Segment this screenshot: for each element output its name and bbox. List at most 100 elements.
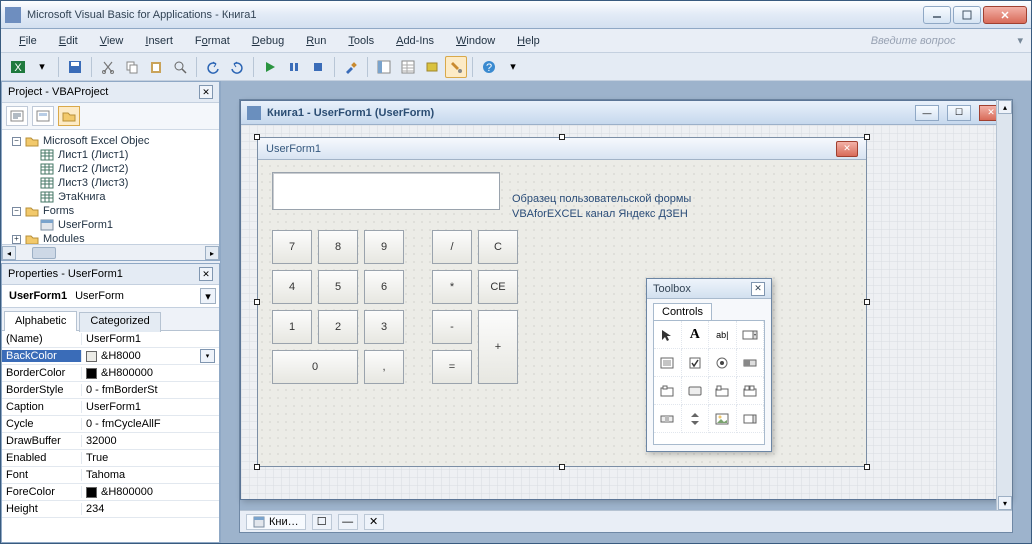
image-tool-icon[interactable] — [709, 405, 737, 433]
scroll-thumb[interactable] — [32, 247, 56, 259]
collapse-icon[interactable]: − — [12, 207, 21, 216]
break-icon[interactable] — [283, 56, 305, 78]
question-arrow-icon[interactable]: ▾ — [1017, 34, 1023, 47]
project-panel-close-icon[interactable]: ✕ — [199, 85, 213, 99]
property-row[interactable]: ForeColor&H800000 — [2, 484, 219, 501]
userform-close-icon[interactable]: ✕ — [836, 141, 858, 157]
key-9[interactable]: 9 — [364, 230, 404, 264]
reset-icon[interactable] — [307, 56, 329, 78]
property-row[interactable]: BackColor&H8000▾ — [2, 348, 219, 365]
dropdown-arrow-icon[interactable]: ▾ — [200, 288, 216, 304]
commandbutton-tool-icon[interactable] — [682, 377, 710, 405]
property-value[interactable]: Tahoma — [82, 469, 219, 481]
property-value[interactable]: True — [82, 452, 219, 464]
tree-sheet[interactable]: Лист2 (Лист2) — [58, 163, 128, 175]
paste-icon[interactable] — [145, 56, 167, 78]
mdi-vscroll[interactable]: ▴ ▾ — [996, 100, 1012, 510]
object-browser-icon[interactable] — [421, 56, 443, 78]
form-maximize-button[interactable]: ☐ — [947, 105, 971, 121]
scroll-left-icon[interactable]: ◂ — [2, 246, 16, 260]
menu-edit[interactable]: Edit — [49, 32, 88, 50]
multipage-tool-icon[interactable] — [737, 377, 765, 405]
menu-view[interactable]: View — [90, 32, 134, 50]
property-value[interactable]: &H8000▾ — [82, 349, 219, 363]
resize-handle[interactable] — [254, 134, 260, 140]
property-row[interactable]: BorderColor&H800000 — [2, 365, 219, 382]
label-tool-icon[interactable]: A — [682, 321, 710, 349]
object-selector[interactable]: UserForm1 UserForm ▾ — [2, 285, 219, 308]
tree-workbook[interactable]: ЭтаКнига — [58, 191, 105, 203]
property-value[interactable]: &H800000 — [82, 486, 219, 498]
menu-debug[interactable]: Debug — [242, 32, 294, 50]
spinbutton-tool-icon[interactable] — [682, 405, 710, 433]
properties-panel-close-icon[interactable]: ✕ — [199, 267, 213, 281]
tab-categorized[interactable]: Categorized — [79, 312, 160, 332]
key-comma[interactable]: , — [364, 350, 404, 384]
menu-run[interactable]: Run — [296, 32, 336, 50]
scroll-right-icon[interactable]: ▸ — [205, 246, 219, 260]
key-clear[interactable]: C — [478, 230, 518, 264]
toolbox-icon[interactable] — [445, 56, 467, 78]
key-minus[interactable]: - — [432, 310, 472, 344]
key-4[interactable]: 4 — [272, 270, 312, 304]
forms-folder[interactable]: Forms — [43, 205, 74, 217]
tab-alphabetic[interactable]: Alphabetic — [4, 311, 77, 331]
menu-tools[interactable]: Tools — [338, 32, 384, 50]
scroll-down-icon[interactable]: ▾ — [998, 496, 1012, 510]
key-1[interactable]: 1 — [272, 310, 312, 344]
view-code-icon[interactable] — [6, 106, 28, 126]
scrollbar-tool-icon[interactable] — [654, 405, 682, 433]
form-minimize-button[interactable]: — — [915, 105, 939, 121]
property-row[interactable]: Height234 — [2, 501, 219, 518]
close-button[interactable] — [983, 6, 1027, 24]
project-hscroll[interactable]: ◂ ▸ — [2, 244, 219, 260]
combobox-tool-icon[interactable] — [737, 321, 765, 349]
form-canvas[interactable]: UserForm1 ✕ Образец пользовательской фор… — [241, 125, 1009, 499]
taskbar-min-icon[interactable]: — — [338, 514, 358, 530]
key-divide[interactable]: / — [432, 230, 472, 264]
key-0[interactable]: 0 — [272, 350, 358, 384]
resize-handle[interactable] — [559, 134, 565, 140]
key-3[interactable]: 3 — [364, 310, 404, 344]
listbox-tool-icon[interactable] — [654, 349, 682, 377]
copy-icon[interactable] — [121, 56, 143, 78]
property-value[interactable]: 0 - fmCycleAllF — [82, 418, 219, 430]
resize-handle[interactable] — [864, 134, 870, 140]
togglebutton-tool-icon[interactable] — [737, 349, 765, 377]
scroll-up-icon[interactable]: ▴ — [998, 100, 1012, 114]
property-row[interactable]: DrawBuffer32000 — [2, 433, 219, 450]
key-multiply[interactable]: * — [432, 270, 472, 304]
cut-icon[interactable] — [97, 56, 119, 78]
menu-format[interactable]: Format — [185, 32, 240, 50]
key-plus[interactable]: + — [478, 310, 518, 384]
key-7[interactable]: 7 — [272, 230, 312, 264]
taskbar-restore-icon[interactable]: ☐ — [312, 514, 332, 530]
toolbar-more-icon[interactable]: ▾ — [502, 56, 524, 78]
property-row[interactable]: FontTahoma — [2, 467, 219, 484]
expand-icon[interactable]: + — [12, 235, 21, 244]
property-value[interactable]: 0 - fmBorderSt — [82, 384, 219, 396]
tabstrip-tool-icon[interactable] — [709, 377, 737, 405]
tree-sheet[interactable]: Лист1 (Лист1) — [58, 149, 128, 161]
userform[interactable]: UserForm1 ✕ Образец пользовательской фор… — [257, 137, 867, 467]
frame-tool-icon[interactable] — [654, 377, 682, 405]
project-tree[interactable]: −Microsoft Excel Objeс Лист1 (Лист1) Лис… — [2, 130, 219, 244]
key-ce[interactable]: CE — [478, 270, 518, 304]
view-object-icon[interactable] — [32, 106, 54, 126]
menu-addins[interactable]: Add-Ins — [386, 32, 444, 50]
form-designer-window[interactable]: Книга1 - UserForm1 (UserForm) — ☐ ✕ — [240, 100, 1010, 500]
excel-icon[interactable]: X — [7, 56, 29, 78]
checkbox-tool-icon[interactable] — [682, 349, 710, 377]
property-row[interactable]: (Name)UserForm1 — [2, 331, 219, 348]
property-row[interactable]: Cycle0 - fmCycleAllF — [2, 416, 219, 433]
toolbox-close-icon[interactable]: ✕ — [751, 282, 765, 296]
taskbar-item[interactable]: Кни… — [246, 514, 306, 530]
find-icon[interactable] — [169, 56, 191, 78]
save-icon[interactable] — [64, 56, 86, 78]
project-explorer-icon[interactable] — [373, 56, 395, 78]
undo-icon[interactable] — [202, 56, 224, 78]
property-row[interactable]: CaptionUserForm1 — [2, 399, 219, 416]
toggle-folders-icon[interactable] — [58, 106, 80, 126]
dropdown-icon[interactable]: ▾ — [31, 56, 53, 78]
textbox-tool-icon[interactable]: ab| — [709, 321, 737, 349]
